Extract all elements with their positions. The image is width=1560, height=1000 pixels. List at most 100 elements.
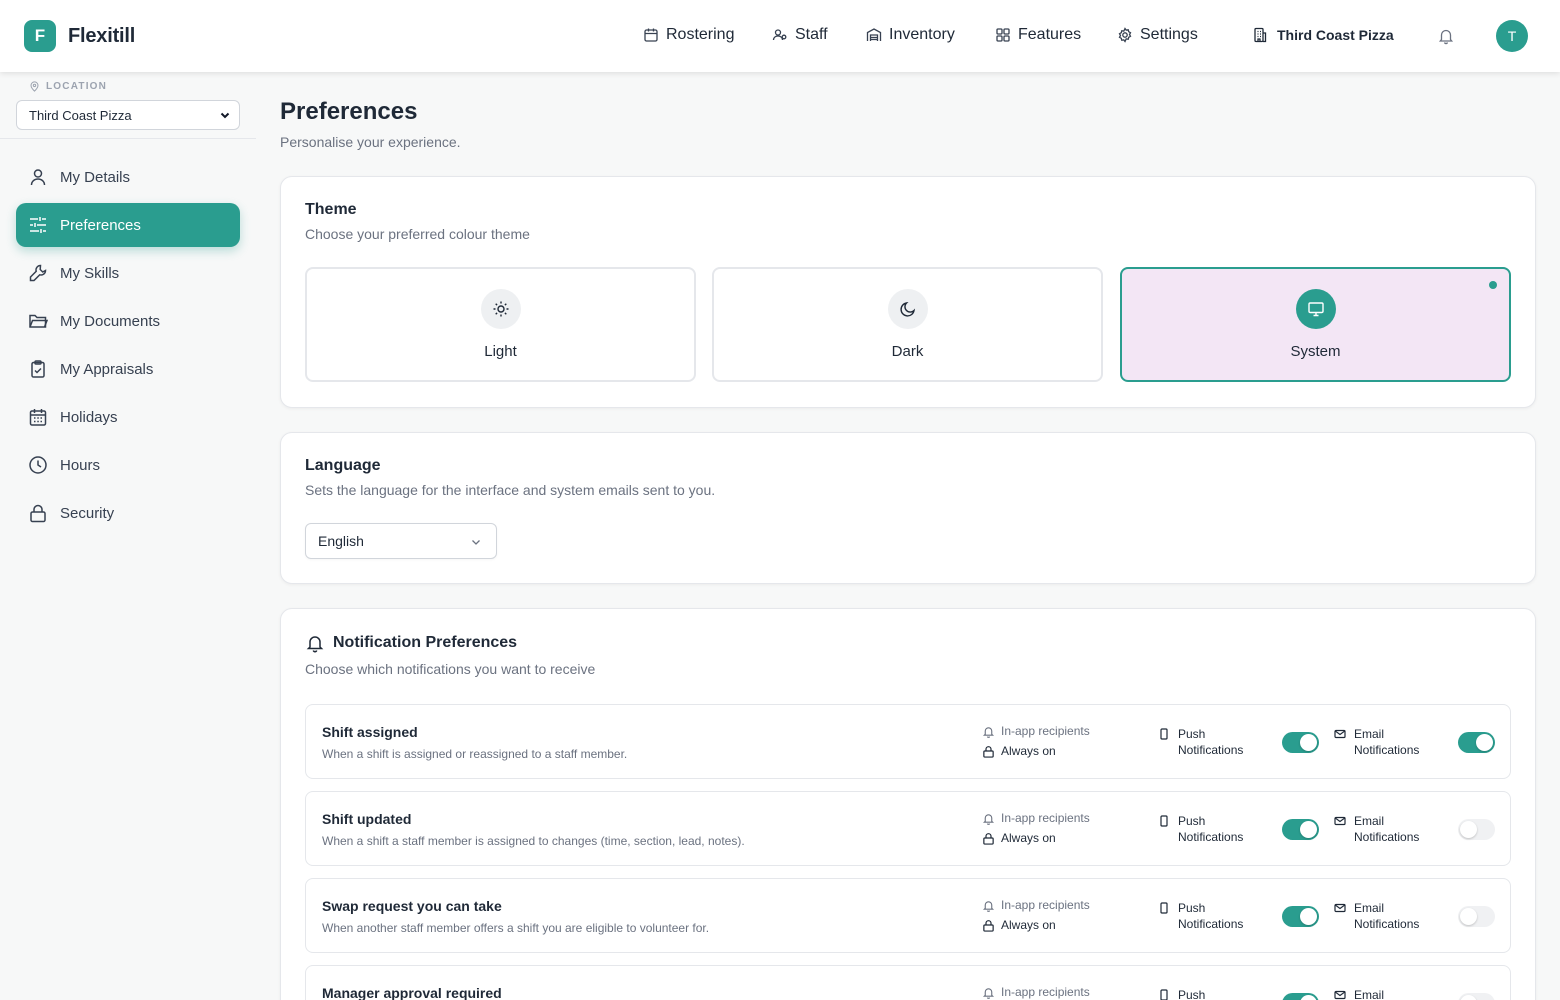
mail-icon [1334,729,1346,739]
email-toggle[interactable] [1458,732,1495,753]
email-label-2: Notifications [1354,917,1420,931]
chevron-down-icon [472,540,480,545]
push-channel: Push Notifications [1158,813,1243,845]
sidebar-item-my-appraisals[interactable]: My Appraisals [16,347,240,391]
toggle-knob [1300,995,1317,1000]
warehouse-icon [866,28,882,41]
lock-icon [983,919,994,932]
toggle-knob [1460,908,1477,925]
always-on-label: Always on [1001,744,1056,758]
phone-icon [1160,815,1168,827]
sidebar-item-preferences[interactable]: Preferences [16,203,240,247]
nav-label: Rostering [666,26,735,43]
brand-name: Flexitill [68,24,136,47]
sidebar-item-security[interactable]: Security [16,491,240,535]
user-icon [30,169,46,186]
nav-inventory[interactable]: Inventory [866,26,955,44]
always-on-label: Always on [1001,918,1056,932]
location-name: Third Coast Pizza [1277,27,1394,43]
toggle-knob [1300,734,1317,751]
push-toggle[interactable] [1282,906,1319,927]
email-label-1: Email [1354,901,1385,915]
bell-icon [982,813,995,825]
nav-staff[interactable]: Staff [772,26,828,44]
theme-option-system[interactable]: System [1120,267,1511,382]
language-title: Language [305,457,381,474]
email-channel: Email Notifications [1334,813,1419,845]
moon-icon [899,301,915,317]
page-title: Preferences [280,98,418,125]
email-label-2: Notifications [1354,743,1420,757]
building-icon [1254,27,1267,43]
email-label-2: Notifications [1354,830,1420,844]
bell-icon [982,987,995,999]
push-channel: Push [1158,987,1205,1000]
nav-rostering[interactable]: Rostering [643,26,734,44]
notification-desc: When a shift is assigned or reassigned t… [322,747,628,761]
sidebar-item-label: Holidays [60,408,118,426]
sidebar-divider [0,138,256,139]
theme-subtitle: Choose your preferred colour theme [305,226,530,242]
notification-desc: When a shift a staff member is assigned … [322,834,745,848]
lock-icon [983,745,994,758]
toggle-knob [1460,821,1477,838]
push-label-1: Push [1178,727,1206,741]
language-subtitle: Sets the language for the interface and … [305,482,716,498]
sidebar-item-my-documents[interactable]: My Documents [16,299,240,343]
notification-row-swap-request: Swap request you can take When another s… [305,878,1511,953]
email-toggle[interactable] [1458,819,1495,840]
sidebar-item-holidays[interactable]: Holidays [16,395,240,439]
bell-icon[interactable] [1437,27,1455,45]
gear-icon [1118,27,1132,43]
inapp-recipients: In-app recipients Always on [982,808,1090,848]
email-toggle[interactable] [1458,906,1495,927]
sidebar-item-label: My Documents [60,312,161,330]
location-label: LOCATION [29,81,107,92]
notification-row-manager-approval: Manager approval required In-app recipie… [305,965,1511,1000]
location-switcher[interactable]: Third Coast Pizza [1252,27,1394,43]
sidebar-item-label: Security [60,504,115,522]
sidebar-item-hours[interactable]: Hours [16,443,240,487]
theme-icon-wrap [480,289,521,329]
sidebar-item-label: My Appraisals [60,360,154,378]
sun-icon [493,301,508,317]
push-toggle[interactable] [1282,819,1319,840]
notification-title: Manager approval required [322,985,502,1000]
nav-settings[interactable]: Settings [1117,26,1198,44]
top-bar: F Flexitill Rostering Staff Inventory Fe… [0,0,1560,72]
push-toggle[interactable] [1282,732,1319,753]
notifications-card: Notification Preferences Choose which no… [280,608,1536,1000]
sidebar-item-label: My Skills [60,264,120,282]
sidebar-item-label: Hours [60,456,101,474]
language-select-value: English [318,533,364,549]
lock-icon [983,832,994,845]
push-label-1: Push [1178,814,1206,828]
selected-indicator [1489,281,1497,289]
brand[interactable]: F Flexitill [24,20,135,52]
phone-icon [1160,902,1168,914]
notification-row-shift-assigned: Shift assigned When a shift is assigned … [305,704,1511,779]
sidebar-item-label: Preferences [60,216,141,234]
language-select[interactable]: English [305,523,497,559]
inapp-recipients: In-app recipients Always on [982,721,1090,761]
calendar-icon [644,28,658,42]
nav-features[interactable]: Features [995,26,1081,44]
notifications-title: Notification Preferences [305,633,517,653]
map-pin-icon [30,81,39,92]
language-card: Language Sets the language for the inter… [280,432,1536,584]
user-avatar[interactable]: T [1496,20,1528,52]
email-label-1: Email [1354,988,1385,1000]
theme-option-dark[interactable]: Dark [712,267,1103,382]
phone-icon [1160,989,1168,1000]
sidebar-item-my-details[interactable]: My Details [16,155,240,199]
mail-icon [1334,903,1346,913]
inapp-label: In-app recipients [1001,811,1090,825]
theme-option-light[interactable]: Light [305,267,696,382]
email-toggle[interactable] [1458,993,1495,1000]
page-subtitle: Personalise your experience. [280,134,461,150]
push-toggle[interactable] [1282,993,1319,1000]
inapp-label: In-app recipients [1001,898,1090,912]
sidebar-item-my-skills[interactable]: My Skills [16,251,240,295]
location-select[interactable]: Third Coast Pizza [16,100,240,130]
location-select-value: Third Coast Pizza [29,107,132,123]
